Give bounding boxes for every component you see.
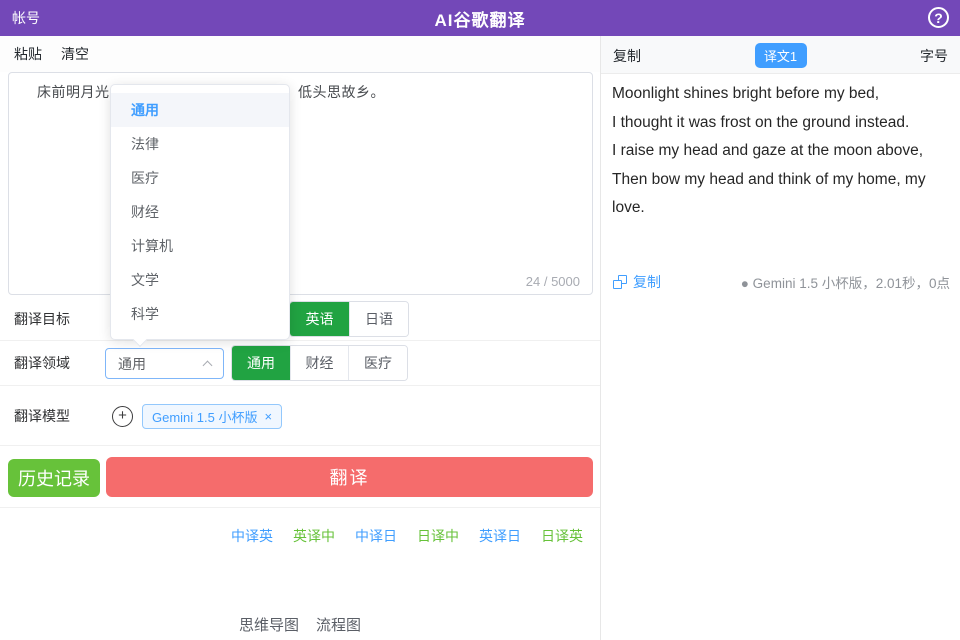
dropdown-option-literature[interactable]: 文学 bbox=[111, 263, 289, 297]
result-panel: 复制 译文1 字号 Moonlight shines bright before… bbox=[600, 36, 960, 640]
result-meta-row: 复制 ● Gemini 1.5 小杯版，2.01秒，0点 bbox=[613, 272, 950, 292]
history-button[interactable]: 历史记录 bbox=[8, 459, 100, 497]
target-japanese-button[interactable]: 日语 bbox=[349, 302, 408, 336]
model-label: 翻译模型 bbox=[14, 406, 70, 426]
result-toolbar: 复制 译文1 字号 bbox=[601, 36, 960, 74]
flowchart-link[interactable]: 流程图 bbox=[316, 614, 361, 635]
target-english-button[interactable]: 英语 bbox=[290, 302, 349, 336]
link-en-to-ja[interactable]: 英译日 bbox=[479, 526, 521, 546]
translation-line: Then bow my head and think of my home, m… bbox=[612, 166, 948, 223]
copy-icon bbox=[613, 275, 627, 289]
link-ja-to-en[interactable]: 日译英 bbox=[541, 526, 583, 546]
domain-finance-button[interactable]: 财经 bbox=[290, 346, 348, 380]
dropdown-option-law[interactable]: 法律 bbox=[111, 127, 289, 161]
help-icon[interactable]: ? bbox=[928, 7, 949, 28]
model-tag[interactable]: Gemini 1.5 小杯版 × bbox=[142, 404, 282, 429]
domain-medical-button[interactable]: 医疗 bbox=[348, 346, 407, 380]
char-counter: 24 / 5000 bbox=[526, 274, 580, 289]
domain-select-value: 通用 bbox=[118, 354, 146, 374]
link-ja-to-zh[interactable]: 日译中 bbox=[417, 526, 459, 546]
chevron-up-icon bbox=[203, 361, 213, 371]
source-textarea[interactable]: 床前明月光，疑是地上霜。举头望明月，低头思故乡。 24 / 5000 bbox=[8, 72, 593, 295]
target-language-group: 英语 日语 bbox=[289, 301, 409, 337]
mindmap-link[interactable]: 思维导图 bbox=[239, 614, 299, 635]
link-zh-to-en[interactable]: 中译英 bbox=[231, 526, 273, 546]
copy-result-link[interactable]: 复制 bbox=[613, 272, 661, 292]
tab-translation-1[interactable]: 译文1 bbox=[755, 43, 807, 68]
actions-row: 历史记录 翻译 bbox=[0, 446, 600, 508]
target-language-label: 翻译目标 bbox=[14, 309, 70, 329]
link-zh-to-ja[interactable]: 中译日 bbox=[355, 526, 397, 546]
domain-group: 通用 财经 医疗 bbox=[231, 345, 408, 381]
source-toolbar: 粘贴 清空 bbox=[0, 36, 600, 72]
footer-links: 思维导图 流程图 bbox=[0, 614, 600, 635]
tag-close-icon[interactable]: × bbox=[264, 409, 272, 424]
model-row: 翻译模型 + Gemini 1.5 小杯版 × bbox=[0, 386, 600, 446]
add-model-icon[interactable]: + bbox=[112, 406, 133, 427]
app-header: 帐号 AI谷歌翻译 ? bbox=[0, 0, 960, 36]
font-size-button[interactable]: 字号 bbox=[920, 46, 948, 66]
dropdown-option-general[interactable]: 通用 bbox=[111, 93, 289, 127]
domain-general-button[interactable]: 通用 bbox=[232, 346, 290, 380]
translation-line: I thought it was frost on the ground ins… bbox=[612, 109, 948, 138]
quick-links-row: 中译英 英译中 中译日 日译中 英译日 日译英 bbox=[0, 508, 600, 564]
domain-select[interactable]: 通用 bbox=[105, 348, 224, 379]
copy-button-top[interactable]: 复制 bbox=[613, 46, 641, 66]
translate-button[interactable]: 翻译 bbox=[106, 457, 593, 497]
domain-dropdown-menu: 通用 法律 医疗 财经 计算机 文学 科学 bbox=[110, 84, 290, 340]
source-panel: 粘贴 清空 床前明月光，疑是地上霜。举头望明月，低头思故乡。 24 / 5000… bbox=[0, 36, 600, 640]
model-meta-text: ● Gemini 1.5 小杯版，2.01秒，0点 bbox=[741, 272, 950, 292]
domain-row: 翻译领域 通用 通用 财经 医疗 bbox=[0, 341, 600, 386]
copy-result-label: 复制 bbox=[633, 272, 661, 292]
dropdown-option-computer[interactable]: 计算机 bbox=[111, 229, 289, 263]
translation-line: I raise my head and gaze at the moon abo… bbox=[612, 137, 948, 166]
model-tag-label: Gemini 1.5 小杯版 bbox=[152, 407, 257, 426]
dropdown-option-finance[interactable]: 财经 bbox=[111, 195, 289, 229]
dropdown-option-science[interactable]: 科学 bbox=[111, 297, 289, 331]
paste-button[interactable]: 粘贴 bbox=[14, 44, 42, 64]
link-en-to-zh[interactable]: 英译中 bbox=[293, 526, 335, 546]
clear-button[interactable]: 清空 bbox=[61, 44, 89, 64]
dropdown-option-medical[interactable]: 医疗 bbox=[111, 161, 289, 195]
domain-label: 翻译领域 bbox=[14, 353, 70, 373]
target-language-row: 翻译目标 英语 日语 bbox=[0, 297, 600, 341]
app-title: AI谷歌翻译 bbox=[0, 6, 960, 31]
translation-output: Moonlight shines bright before my bed, I… bbox=[612, 80, 948, 223]
translation-line: Moonlight shines bright before my bed, bbox=[612, 80, 948, 109]
